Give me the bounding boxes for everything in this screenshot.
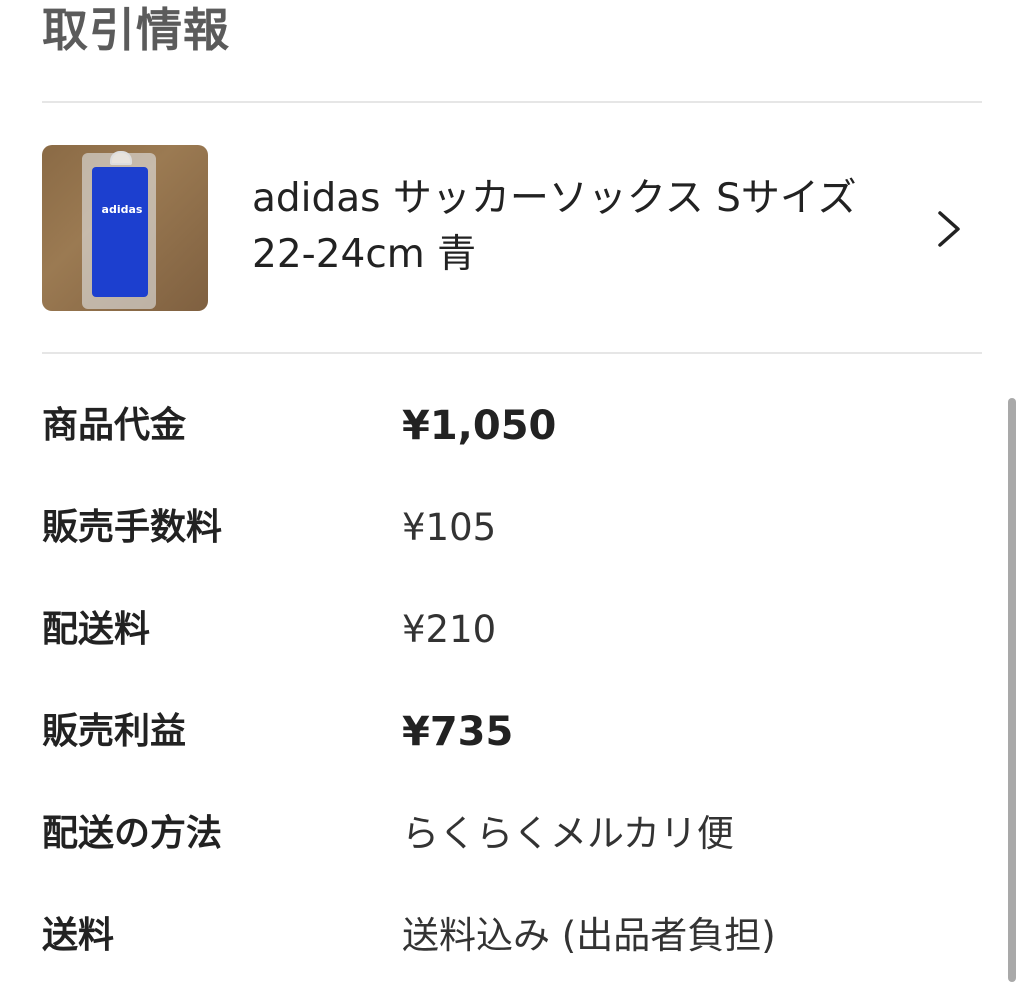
detail-label: 販売利益 (42, 711, 187, 752)
divider-top (42, 101, 982, 103)
detail-row-profit: 販売利益 ¥735 (42, 682, 942, 784)
detail-label: 配送の方法 (42, 813, 223, 854)
logo-text: adidas (101, 203, 143, 216)
detail-value: らくらくメルカリ便 (402, 812, 734, 855)
detail-row-postage: 送料 送料込み (出品者負担) (42, 886, 942, 982)
detail-row-fee: 販売手数料 ¥105 (42, 478, 942, 580)
sock-shape (92, 167, 148, 297)
detail-label: 販売手数料 (42, 507, 223, 548)
transaction-info-page: 取引情報 adidas adidas サッカーソックス Sサイズ 22-24cm… (0, 0, 1024, 982)
detail-value: ¥735 (402, 709, 514, 755)
item-title[interactable]: adidas サッカーソックス Sサイズ 22-24cm 青 (252, 171, 896, 283)
hanger-shape (110, 151, 132, 165)
detail-row-price: 商品代金 ¥1,050 (42, 376, 942, 478)
chevron-right-icon[interactable] (928, 209, 968, 249)
detail-label: 商品代金 (42, 405, 187, 446)
divider-mid (42, 352, 982, 354)
detail-label: 送料 (42, 915, 115, 956)
product-thumbnail[interactable]: adidas (42, 145, 208, 311)
detail-row-shipping-cost: 配送料 ¥210 (42, 580, 942, 682)
detail-value: ¥210 (402, 608, 497, 651)
detail-value: ¥105 (402, 506, 497, 549)
detail-value: ¥1,050 (402, 403, 557, 449)
item-row[interactable]: adidas adidas サッカーソックス Sサイズ 22-24cm 青 (42, 145, 982, 313)
detail-row-shipping-method: 配送の方法 らくらくメルカリ便 (42, 784, 942, 886)
detail-label: 配送料 (42, 609, 151, 650)
details-list: 商品代金 ¥1,050 販売手数料 ¥105 配送料 ¥210 販売利益 ¥73… (42, 376, 942, 982)
detail-value: 送料込み (出品者負担) (402, 914, 776, 957)
scrollbar[interactable] (1008, 398, 1016, 982)
section-title: 取引情報 (42, 3, 230, 57)
